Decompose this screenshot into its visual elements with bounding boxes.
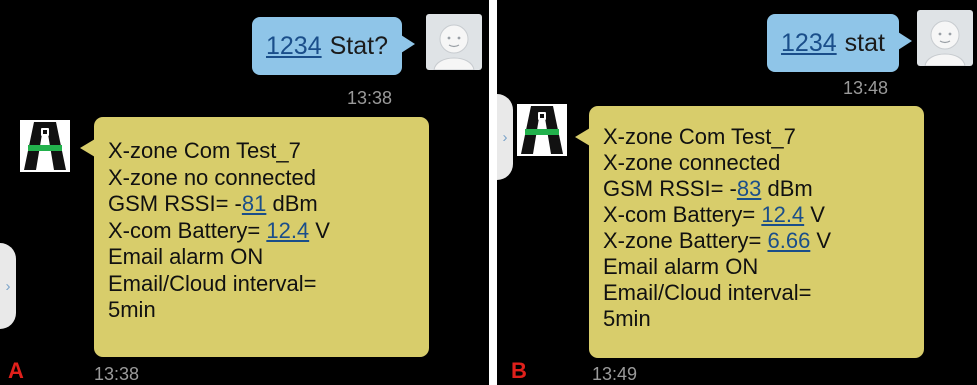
- message-line: X-zone Com Test_7: [108, 138, 301, 163]
- chevron-right-icon: ›: [5, 277, 11, 295]
- received-timestamp: 13:49: [592, 364, 638, 384]
- x-zone-battery-value-link[interactable]: 6.66: [767, 228, 810, 253]
- sent-timestamp: 13:48: [843, 78, 889, 98]
- message-line: X-zone connected: [603, 150, 781, 175]
- sent-message-text: Stat?: [329, 31, 388, 60]
- conversation-panel-a: 1234 Stat? 13:38 X-zone Com Test_7 X-zon…: [0, 0, 489, 385]
- message-line: X-zone Com Test_7: [603, 124, 796, 149]
- received-message-bubble[interactable]: X-zone Com Test_7 X-zone no connected GS…: [80, 117, 429, 357]
- x-com-battery-line: X-com Battery= 12.4 V: [603, 202, 825, 227]
- chevron-right-icon: ›: [502, 128, 508, 146]
- conversation-panel-b: 1234 stat 13:48 › X-zone Com Test_7 X-zo…: [497, 0, 977, 385]
- x-com-battery-line: X-com Battery= 12.4 V: [108, 217, 330, 243]
- x-com-battery-value-link[interactable]: 12.4: [266, 218, 309, 243]
- x-com-battery-value-link[interactable]: 12.4: [761, 202, 804, 227]
- message-line: Email/Cloud interval=: [108, 270, 317, 296]
- rssi-value-link[interactable]: 83: [737, 176, 761, 201]
- expand-panel-tab[interactable]: ›: [0, 243, 16, 329]
- expand-panel-tab[interactable]: ›: [497, 94, 513, 180]
- x-zone-app-icon: [20, 120, 70, 172]
- rssi-line: GSM RSSI= -83 dBm: [603, 176, 813, 201]
- rssi-value-link[interactable]: 81: [242, 191, 266, 216]
- user-avatar-icon: [426, 14, 482, 70]
- panel-label: A: [8, 358, 24, 383]
- received-timestamp: 13:38: [94, 364, 140, 384]
- sent-timestamp: 13:38: [347, 88, 393, 108]
- pin-number-link[interactable]: 1234: [266, 32, 322, 61]
- message-line: 5min: [603, 306, 651, 331]
- x-zone-app-icon: [517, 104, 567, 156]
- message-line: 5min: [108, 297, 156, 322]
- user-avatar-icon: [917, 10, 973, 66]
- received-message-bubble[interactable]: X-zone Com Test_7 X-zone connected GSM R…: [575, 106, 924, 358]
- sent-message-text: stat: [844, 28, 885, 57]
- rssi-line: GSM RSSI= -81 dBm: [108, 191, 318, 216]
- message-line: Email alarm ON: [603, 254, 759, 279]
- panel-label: B: [511, 358, 527, 383]
- message-line: Email/Cloud interval=: [603, 280, 812, 305]
- sent-message-bubble[interactable]: 1234 stat: [767, 14, 912, 72]
- message-line: Email alarm ON: [108, 244, 264, 269]
- pin-number-link[interactable]: 1234: [781, 29, 837, 58]
- sent-message-bubble[interactable]: 1234 Stat?: [252, 17, 415, 75]
- x-zone-battery-line: X-zone Battery= 6.66 V: [603, 228, 832, 253]
- message-line: X-zone no connected: [108, 164, 316, 190]
